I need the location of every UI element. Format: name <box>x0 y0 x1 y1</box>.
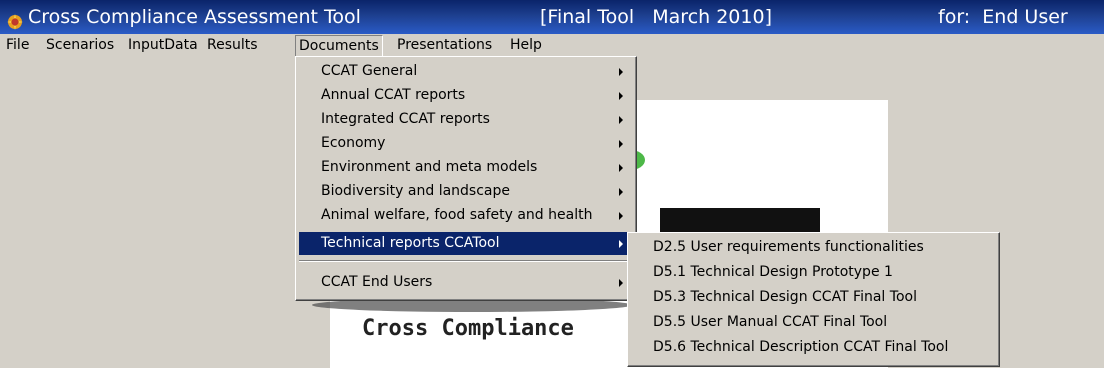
menu-documents[interactable]: Documents <box>295 35 383 57</box>
menu-item-label: Economy <box>321 135 386 151</box>
submenu-arrow-icon <box>619 140 623 148</box>
title-bar: Cross Compliance Assessment Tool [Final … <box>0 0 1104 34</box>
user-role-label: for: End User <box>938 6 1068 28</box>
menu-item-technical-reports[interactable]: Technical reports CCATool <box>299 232 633 255</box>
menu-item-label: Technical reports CCATool <box>321 235 500 251</box>
submenu-item-d5-5[interactable]: D5.5 User Manual CCAT Final Tool <box>631 311 996 334</box>
technical-reports-submenu: D2.5 User requirements functionalities D… <box>627 232 1000 367</box>
splash-title: Cross Compliance <box>362 316 574 341</box>
menu-help[interactable]: Help <box>506 34 546 56</box>
submenu-item-d5-3[interactable]: D5.3 Technical Design CCAT Final Tool <box>631 286 996 309</box>
menu-item-animal-welfare[interactable]: Animal welfare, food safety and health <box>299 204 633 227</box>
window-title: Cross Compliance Assessment Tool <box>28 6 361 28</box>
submenu-item-d2-5[interactable]: D2.5 User requirements functionalities <box>631 236 996 259</box>
menu-separator <box>299 260 633 262</box>
submenu-arrow-icon <box>619 279 623 287</box>
submenu-arrow-icon <box>619 68 623 76</box>
menu-item-end-users[interactable]: CCAT End Users <box>299 271 633 294</box>
submenu-item-d5-1[interactable]: D5.1 Technical Design Prototype 1 <box>631 261 996 284</box>
menu-presentations[interactable]: Presentations <box>393 34 496 56</box>
menu-bar: File Scenarios InputData Results Documen… <box>0 34 1104 57</box>
menu-item-economy[interactable]: Economy <box>299 132 633 155</box>
menu-results[interactable]: Results <box>203 34 262 56</box>
menu-item-biodiversity[interactable]: Biodiversity and landscape <box>299 180 633 203</box>
menu-item-ccat-general[interactable]: CCAT General <box>299 60 633 83</box>
documents-menu: CCAT General Annual CCAT reports Integra… <box>295 56 637 301</box>
submenu-item-label: D5.5 User Manual CCAT Final Tool <box>653 314 888 330</box>
menu-item-integrated-reports[interactable]: Integrated CCAT reports <box>299 108 633 131</box>
submenu-item-label: D5.6 Technical Description CCAT Final To… <box>653 339 949 355</box>
menu-item-label: Integrated CCAT reports <box>321 111 490 127</box>
menu-item-environment[interactable]: Environment and meta models <box>299 156 633 179</box>
app-icon[interactable] <box>6 8 24 30</box>
menu-item-label: Biodiversity and landscape <box>321 183 510 199</box>
menu-item-label: CCAT End Users <box>321 274 433 290</box>
version-label: [Final Tool March 2010] <box>540 6 772 28</box>
menu-item-label: Annual CCAT reports <box>321 87 466 103</box>
submenu-item-label: D5.1 Technical Design Prototype 1 <box>653 264 893 280</box>
submenu-arrow-icon <box>619 188 623 196</box>
menu-scenarios[interactable]: Scenarios <box>42 34 118 56</box>
menu-file[interactable]: File <box>2 34 33 56</box>
submenu-arrow-icon <box>619 92 623 100</box>
submenu-arrow-icon <box>619 164 623 172</box>
submenu-item-label: D2.5 User requirements functionalities <box>653 239 924 255</box>
menu-item-annual-reports[interactable]: Annual CCAT reports <box>299 84 633 107</box>
submenu-item-d5-6[interactable]: D5.6 Technical Description CCAT Final To… <box>631 336 996 359</box>
menu-inputdata[interactable]: InputData <box>124 34 202 56</box>
submenu-item-label: D5.3 Technical Design CCAT Final Tool <box>653 289 917 305</box>
menu-item-label: Animal welfare, food safety and health <box>321 207 593 223</box>
menu-item-label: CCAT General <box>321 63 418 79</box>
submenu-arrow-icon <box>619 116 623 124</box>
menu-item-label: Environment and meta models <box>321 159 538 175</box>
submenu-arrow-icon <box>619 212 623 220</box>
submenu-arrow-icon <box>619 240 623 248</box>
